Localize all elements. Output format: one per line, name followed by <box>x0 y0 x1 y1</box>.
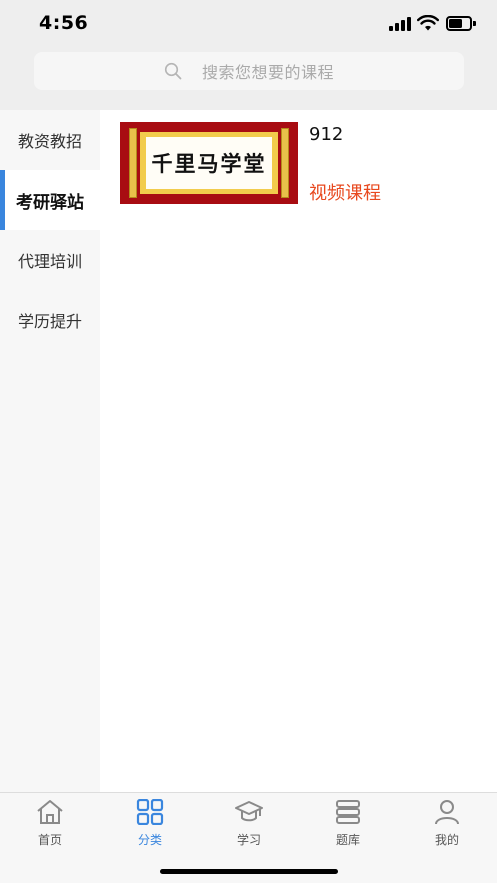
search-icon <box>164 62 182 80</box>
search-placeholder: 搜索您想要的课程 <box>201 63 334 82</box>
course-title: 912 <box>309 124 344 145</box>
battery-icon <box>446 16 476 31</box>
thumbnail-calligraphy: 千里马学堂 <box>146 137 272 189</box>
cellular-signal-icon <box>389 17 411 31</box>
tab-study[interactable]: 学习 <box>219 799 279 847</box>
course-card[interactable]: 千里马学堂 912 视频课程 <box>120 122 490 204</box>
home-indicator <box>160 869 338 874</box>
sidebar-item-label: 教资教招 <box>17 132 82 151</box>
sidebar-item-degree[interactable]: 学历提升 <box>0 290 100 350</box>
tab-label: 学习 <box>236 833 261 847</box>
wifi-icon <box>417 15 439 31</box>
user-icon <box>435 800 459 825</box>
tab-category[interactable]: 分类 <box>120 799 180 847</box>
tab-home[interactable]: 首页 <box>20 799 80 847</box>
sidebar-item-agent-training[interactable]: 代理培训 <box>0 230 100 290</box>
search-input[interactable]: 搜索您想要的课程 <box>34 52 464 90</box>
sidebar-item-label: 考研驿站 <box>16 192 84 213</box>
tab-label: 题库 <box>335 833 360 847</box>
tab-mine[interactable]: 我的 <box>417 799 477 847</box>
grid-icon <box>136 799 164 825</box>
sidebar-item-label: 代理培训 <box>17 252 82 271</box>
graduation-cap-icon <box>235 801 263 822</box>
status-bar: 4:56 <box>0 0 497 48</box>
status-time: 4:56 <box>39 12 89 34</box>
tab-question-bank[interactable]: 题库 <box>318 799 378 847</box>
tab-label: 分类 <box>137 833 162 847</box>
course-list: 千里马学堂 912 视频课程 <box>100 110 497 792</box>
home-icon <box>37 800 63 824</box>
book-stack-icon <box>336 800 360 824</box>
course-type: 视频课程 <box>309 183 381 204</box>
sidebar-item-label: 学历提升 <box>17 312 82 331</box>
course-thumbnail: 千里马学堂 <box>120 122 298 204</box>
category-sidebar: 教资教招 考研驿站 代理培训 学历提升 <box>0 110 100 792</box>
tab-label: 我的 <box>434 833 459 847</box>
sidebar-item-postgrad[interactable]: 考研驿站 <box>0 170 100 230</box>
tab-label: 首页 <box>37 833 62 847</box>
sidebar-item-teacher-exam[interactable]: 教资教招 <box>0 110 100 170</box>
